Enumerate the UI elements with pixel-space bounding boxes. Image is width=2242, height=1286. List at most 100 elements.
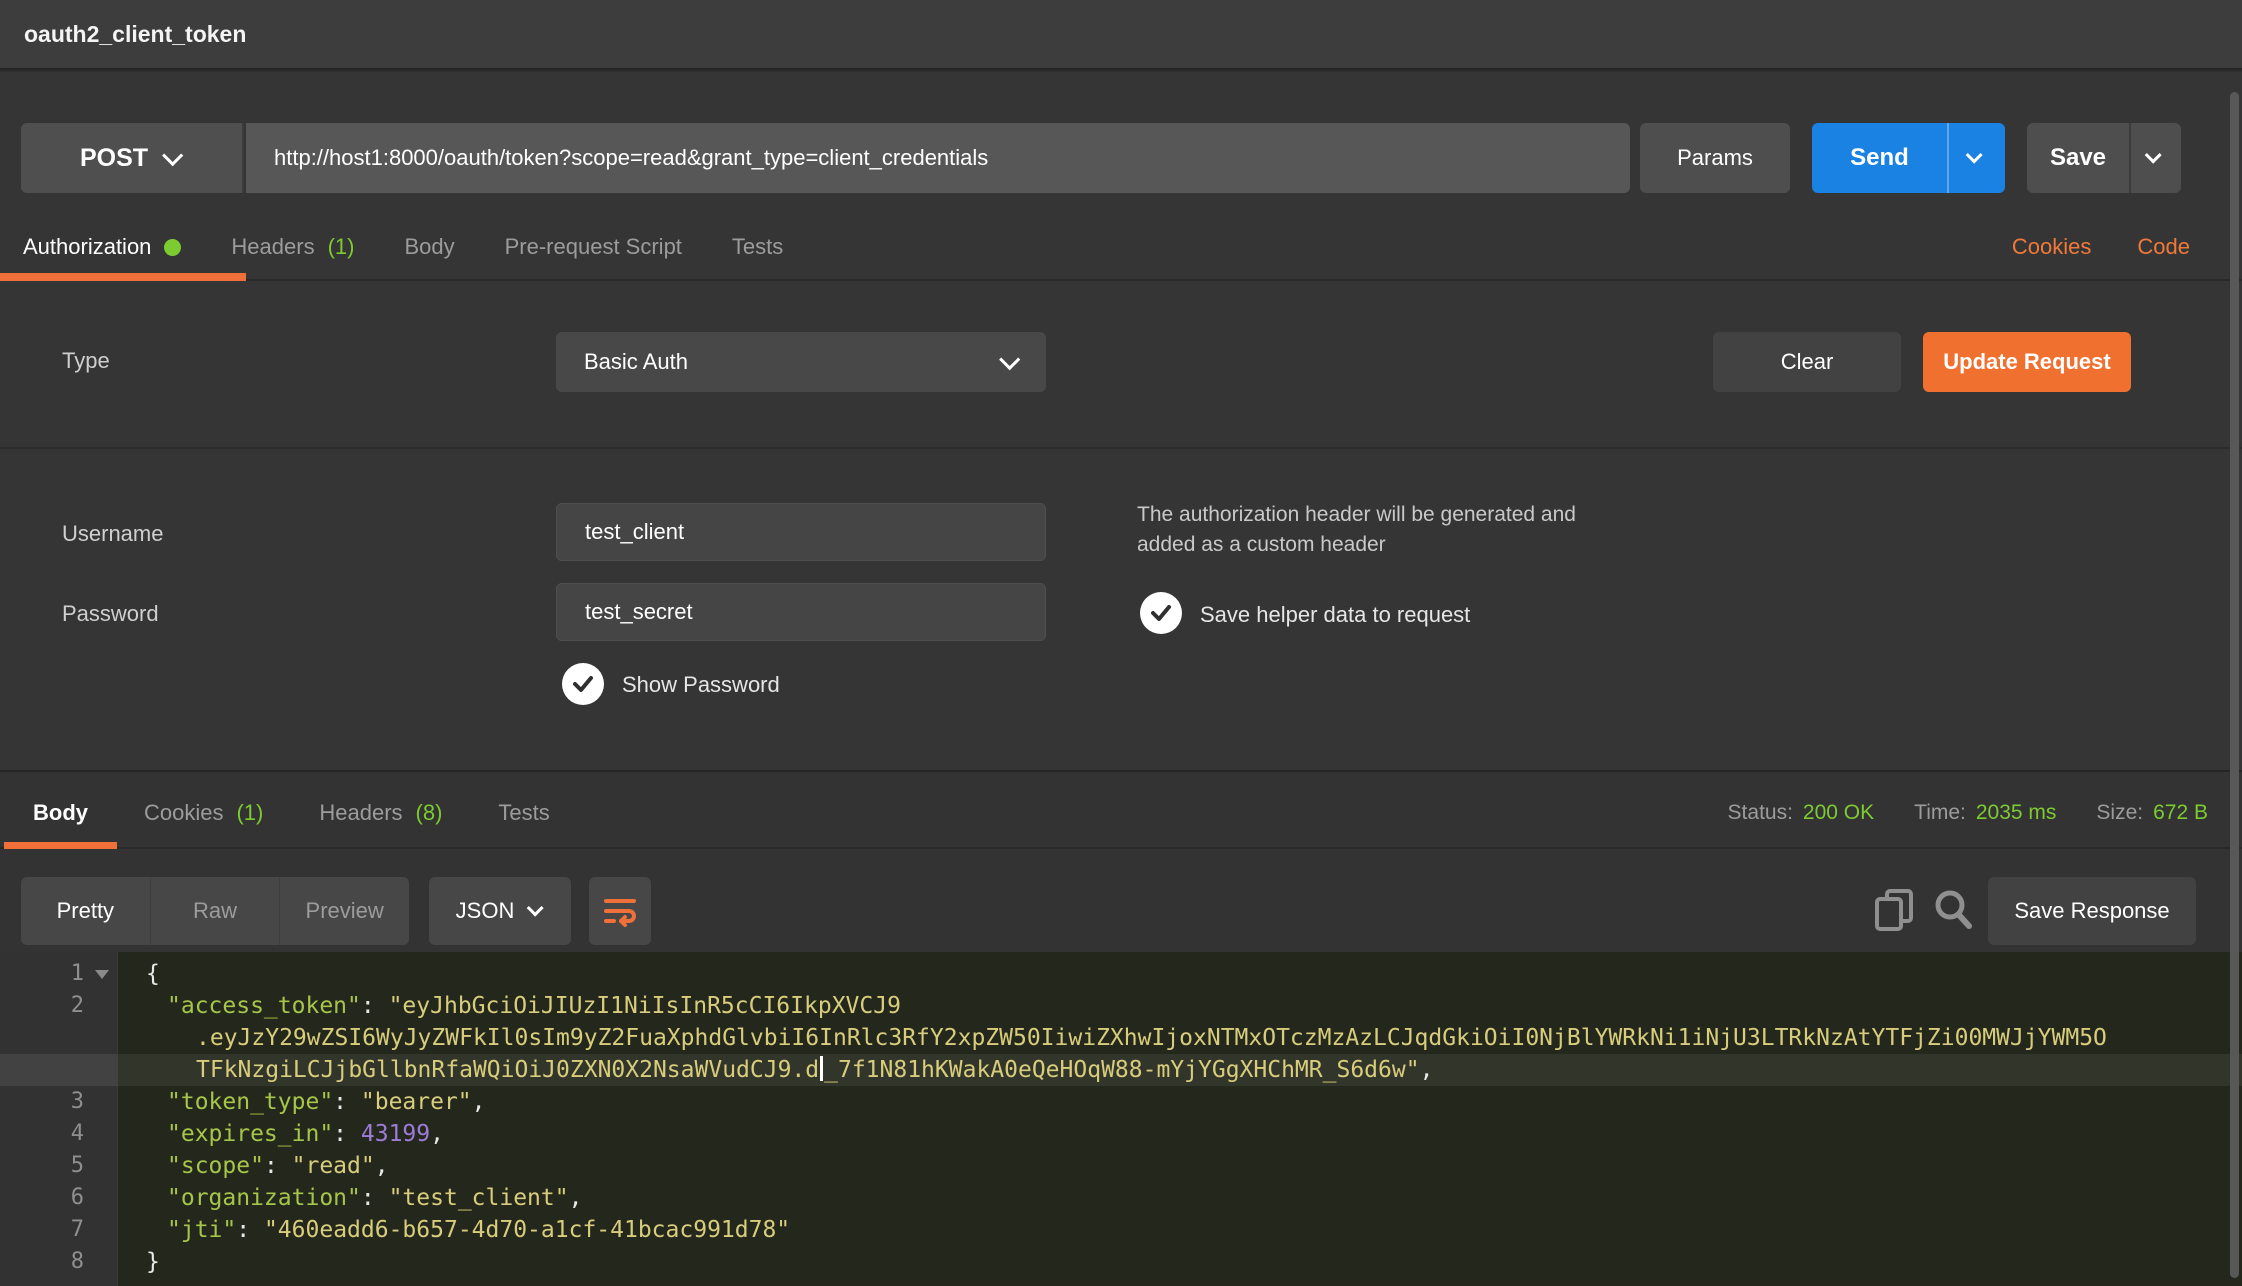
tab-label: Pre-request Script bbox=[505, 234, 682, 260]
code-link[interactable]: Code bbox=[2137, 234, 2190, 260]
save-helper-checkbox[interactable] bbox=[1140, 592, 1182, 634]
code-line: 7"jti": "460eadd6-b657-4d70-a1cf-41bcac9… bbox=[0, 1214, 2242, 1246]
send-button[interactable]: Send bbox=[1812, 123, 1949, 193]
response-body-editor[interactable]: 1{2"access_token": "eyJhbGciOiJIUzI1NiIs… bbox=[0, 952, 2242, 1286]
code-text: "jti": "460eadd6-b657-4d70-a1cf-41bcac99… bbox=[118, 1214, 2242, 1246]
line-number bbox=[0, 1054, 118, 1086]
save-response-button[interactable]: Save Response bbox=[1988, 877, 2196, 945]
status-badge: Status: 200 OK bbox=[1728, 801, 1875, 825]
request-tabs: Authorization Headers (1) Body Pre-reque… bbox=[0, 215, 2242, 281]
chevron-down-icon bbox=[527, 900, 544, 917]
method-dropdown[interactable]: POST bbox=[21, 123, 244, 193]
tab-response-body[interactable]: Body bbox=[33, 800, 88, 826]
request-title: oauth2_client_token bbox=[24, 21, 246, 48]
cookies-link[interactable]: Cookies bbox=[2012, 234, 2091, 260]
active-tab-underline bbox=[0, 273, 246, 281]
tab-response-cookies[interactable]: Cookies (1) bbox=[144, 800, 263, 826]
word-wrap-button[interactable] bbox=[589, 877, 651, 945]
tab-label: Headers bbox=[231, 234, 314, 260]
tab-tests[interactable]: Tests bbox=[732, 234, 783, 260]
send-options-button[interactable] bbox=[1949, 123, 2005, 193]
code-line: TFkNzgiLCJjbGllbnRfaWQiOiJ0ZXN0X2NsaWVud… bbox=[0, 1054, 2242, 1086]
chevron-down-icon bbox=[162, 145, 183, 166]
tab-prerequest-script[interactable]: Pre-request Script bbox=[505, 234, 682, 260]
size-value: 672 B bbox=[2153, 801, 2208, 825]
time-label: Time: bbox=[1914, 801, 1966, 825]
raw-view-button[interactable]: Raw bbox=[150, 877, 280, 945]
send-button-group: Send bbox=[1812, 123, 2005, 193]
code-text: { bbox=[118, 958, 2242, 990]
url-input[interactable] bbox=[274, 145, 1602, 171]
code-line: 4"expires_in": 43199, bbox=[0, 1118, 2242, 1150]
line-number: 4 bbox=[0, 1118, 118, 1150]
clear-button[interactable]: Clear bbox=[1713, 332, 1901, 392]
chevron-down-icon bbox=[1966, 147, 1983, 164]
divider bbox=[0, 447, 2242, 449]
tab-count: (8) bbox=[416, 800, 443, 826]
update-request-button[interactable]: Update Request bbox=[1923, 332, 2131, 392]
tab-response-headers[interactable]: Headers (8) bbox=[319, 800, 442, 826]
username-label: Username bbox=[62, 521, 163, 547]
code-line: 8} bbox=[0, 1246, 2242, 1278]
code-text: "expires_in": 43199, bbox=[118, 1118, 2242, 1150]
vertical-scrollbar[interactable] bbox=[2230, 92, 2239, 1278]
code-text: "access_token": "eyJhbGciOiJIUzI1NiIsInR… bbox=[118, 990, 2242, 1022]
save-options-button[interactable] bbox=[2131, 123, 2181, 193]
request-links: Cookies Code bbox=[2012, 234, 2242, 260]
code-text: TFkNzgiLCJjbGllbnRfaWQiOiJ0ZXN0X2NsaWVud… bbox=[118, 1054, 2242, 1086]
response-viewer: Body Cookies (1) Headers (8) Tests Statu… bbox=[0, 770, 2242, 1286]
save-button[interactable]: Save bbox=[2027, 123, 2131, 193]
auth-helper-note: The authorization header will be generat… bbox=[1137, 500, 1627, 560]
save-button-group: Save bbox=[2027, 123, 2181, 193]
view-mode-switch: Pretty Raw Preview bbox=[21, 877, 409, 945]
pretty-view-button[interactable]: Pretty bbox=[21, 877, 150, 945]
tab-label: Body bbox=[33, 800, 88, 826]
line-number[interactable]: 1 bbox=[0, 958, 118, 990]
tab-response-tests[interactable]: Tests bbox=[498, 800, 549, 826]
password-field[interactable] bbox=[556, 583, 1046, 641]
auth-type-value: Basic Auth bbox=[584, 349, 688, 375]
code-text: "scope": "read", bbox=[118, 1150, 2242, 1182]
code-line: 3"token_type": "bearer", bbox=[0, 1086, 2242, 1118]
time-badge: Time: 2035 ms bbox=[1914, 801, 2056, 825]
tab-body[interactable]: Body bbox=[404, 234, 454, 260]
method-label: POST bbox=[80, 144, 148, 173]
tab-authorization[interactable]: Authorization bbox=[23, 234, 181, 260]
text-cursor bbox=[820, 1056, 823, 1081]
auth-set-dot-icon bbox=[164, 239, 181, 256]
username-field[interactable] bbox=[556, 503, 1046, 561]
chevron-down-icon bbox=[2145, 147, 2162, 164]
time-value: 2035 ms bbox=[1976, 801, 2057, 825]
preview-view-button[interactable]: Preview bbox=[279, 877, 409, 945]
fold-caret-icon[interactable] bbox=[95, 970, 109, 979]
code-line: 5"scope": "read", bbox=[0, 1150, 2242, 1182]
checkmark-icon bbox=[570, 671, 596, 697]
checkmark-icon bbox=[1148, 600, 1174, 626]
tab-label: Tests bbox=[732, 234, 783, 260]
auth-type-dropdown[interactable]: Basic Auth bbox=[556, 332, 1046, 392]
code-line: 6"organization": "test_client", bbox=[0, 1182, 2242, 1214]
tab-label: Tests bbox=[498, 800, 549, 826]
line-number bbox=[0, 1022, 118, 1054]
show-password-checkbox[interactable] bbox=[562, 663, 604, 705]
chevron-down-icon bbox=[999, 349, 1020, 370]
line-number: 5 bbox=[0, 1150, 118, 1182]
search-response-button[interactable] bbox=[1928, 885, 1978, 937]
response-tabs: Body Cookies (1) Headers (8) Tests Statu… bbox=[0, 772, 2242, 849]
tab-label: Body bbox=[404, 234, 454, 260]
line-number: 8 bbox=[0, 1246, 118, 1278]
response-meta: Status: 200 OK Time: 2035 ms Size: 672 B bbox=[1728, 801, 2242, 825]
params-button[interactable]: Params bbox=[1640, 123, 1790, 193]
tab-count: (1) bbox=[328, 234, 355, 260]
format-dropdown[interactable]: JSON bbox=[429, 877, 571, 945]
code-text: } bbox=[118, 1246, 2242, 1278]
tab-headers[interactable]: Headers (1) bbox=[231, 234, 354, 260]
code-lines: 1{2"access_token": "eyJhbGciOiJIUzI1NiIs… bbox=[0, 958, 2242, 1278]
format-value: JSON bbox=[456, 898, 515, 924]
line-number: 3 bbox=[0, 1086, 118, 1118]
line-number: 2 bbox=[0, 990, 118, 1022]
code-line: .eyJzY29wZSI6WyJyZWFkIl0sIm9yZ2FuaXphdGl… bbox=[0, 1022, 2242, 1054]
request-builder: POST Params Send Save Authorization bbox=[0, 72, 2242, 770]
code-text: "token_type": "bearer", bbox=[118, 1086, 2242, 1118]
copy-response-button[interactable] bbox=[1870, 885, 1918, 937]
